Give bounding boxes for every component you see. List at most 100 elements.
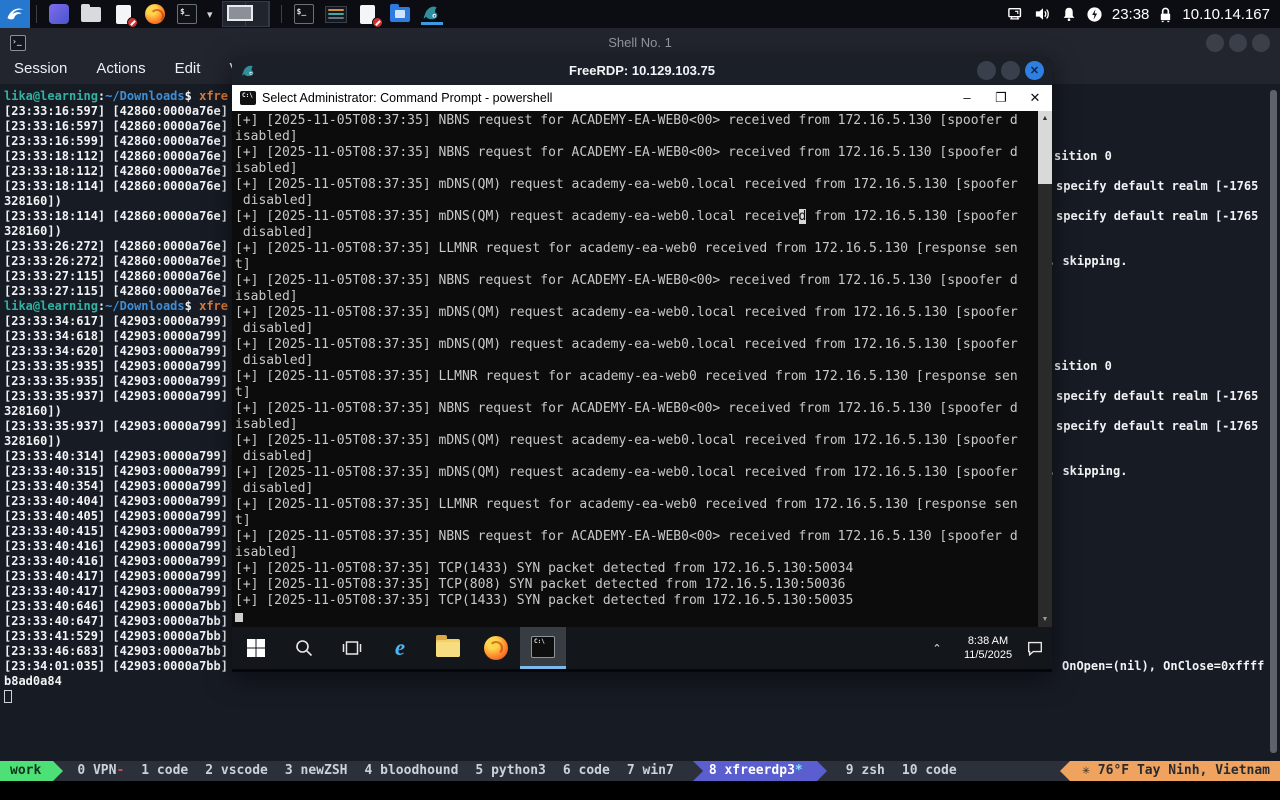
updates-icon[interactable] (1086, 6, 1103, 23)
close-button[interactable] (1252, 34, 1270, 52)
workspace-item-9-zsh[interactable]: 9 zsh (846, 761, 885, 781)
minimize-button[interactable]: – (950, 85, 984, 111)
close-button[interactable]: ✕ (1025, 61, 1044, 80)
console-line: [+] [2025-11-05T08:37:35] NBNS request f… (235, 529, 1052, 545)
workspace-item-3-newzsh[interactable]: 3 newZSH (285, 761, 348, 781)
terminal-line-fragment: , skipping. (1048, 464, 1127, 479)
task-editor-icon[interactable] (325, 3, 347, 25)
task-terminal-icon[interactable]: $_ (293, 3, 315, 25)
terminal-line: [23:33:34:620] [42903:0000a799] (4, 344, 228, 359)
freerdp-window: FreeRDP: 10.129.103.75 ✕ C:\ Select Admi… (232, 57, 1052, 672)
menu-actions[interactable]: Actions (96, 60, 145, 77)
workspace-item-5-python3[interactable]: 5 python3 (475, 761, 545, 781)
task-folder-icon[interactable] (389, 3, 411, 25)
scrollbar-thumb[interactable] (1038, 126, 1052, 184)
vpn-ip-address[interactable]: 10.10.14.167 (1182, 6, 1270, 23)
workspace-pager[interactable] (223, 2, 269, 26)
volume-icon[interactable] (1034, 6, 1052, 22)
terminal-line: [23:33:40:416] [42903:0000a799] (4, 554, 228, 569)
workspace-mode-segment[interactable]: work (0, 761, 53, 781)
panel-separator (281, 5, 282, 23)
internet-explorer-button[interactable]: e (376, 627, 424, 669)
cmd-scrollbar[interactable]: ▲ ▼ (1038, 111, 1052, 627)
search-button[interactable] (280, 627, 328, 669)
firefox-icon[interactable] (144, 3, 166, 25)
minimize-button[interactable] (1206, 34, 1224, 52)
workspace-item-2-vscode[interactable]: 2 vscode (205, 761, 268, 781)
console-line: [+] [2025-11-05T08:37:35] LLMNR request … (235, 369, 1052, 385)
terminal-line: 328160]) (4, 194, 228, 209)
console-line: isabled] (235, 289, 1052, 305)
network-icon[interactable] (1007, 6, 1025, 22)
windows-logo-icon (246, 638, 266, 658)
shell-titlebar[interactable]: ›_ Shell No. 1 (0, 28, 1280, 57)
workspace-item-6-code[interactable]: 6 code (563, 761, 610, 781)
workspace-item-7-win7[interactable]: 7 win7 (627, 761, 674, 781)
restore-button[interactable]: ❐ (984, 85, 1018, 111)
cmd-taskbar-button[interactable]: C:\ (520, 627, 566, 669)
chevron-down-icon[interactable]: ▾ (207, 8, 213, 21)
maximize-button[interactable] (1001, 61, 1020, 80)
file-manager-icon[interactable] (80, 3, 102, 25)
terminal-line: [23:33:40:647] [42903:0000a7bb] (4, 614, 228, 629)
terminal-line: [23:33:26:272] [42860:0000a76e] (4, 239, 228, 254)
terminal-prompt-line: lika@learning:~/Downloads$ xfre (4, 89, 228, 104)
terminal-line-fragment: sition 0 (1054, 149, 1112, 164)
search-icon (294, 638, 314, 658)
close-button[interactable]: ✕ (1018, 85, 1052, 111)
console-line: [+] [2025-11-05T08:37:35] NBNS request f… (235, 273, 1052, 289)
task-freerdp-icon[interactable] (421, 3, 443, 25)
weather-widget[interactable]: ✳ 76°F Tay Ninh, Vietnam (1070, 761, 1280, 781)
console-line: [+] [2025-11-05T08:37:35] mDNS(QM) reque… (235, 177, 1052, 193)
maximize-button[interactable] (1229, 34, 1247, 52)
scroll-down-button[interactable]: ▼ (1038, 612, 1052, 627)
block-cursor (235, 613, 243, 622)
top-panel: $_ ▾ $_ (0, 0, 1280, 28)
window-manager-icon[interactable] (48, 3, 70, 25)
console-line: [+] [2025-11-05T08:37:35] mDNS(QM) reque… (235, 305, 1052, 321)
internet-explorer-icon: e (395, 635, 405, 661)
terminal-line: [23:33:18:114] [42860:0000a76e] (4, 209, 228, 224)
workspace-item-0-vpn[interactable]: 0 VPN- (77, 761, 124, 781)
desktop: $_ ▾ $_ (0, 0, 1280, 800)
clock[interactable]: 23:38 (1112, 6, 1150, 23)
task-view-button[interactable] (328, 627, 376, 669)
file-explorer-button[interactable] (424, 627, 472, 669)
terminal-line: [23:33:35:935] [42903:0000a799] (4, 359, 228, 374)
workspace-item-10-code[interactable]: 10 code (902, 761, 957, 781)
console-line: [+] [2025-11-05T08:37:35] NBNS request f… (235, 145, 1052, 161)
action-center-icon[interactable] (1026, 639, 1044, 657)
cmd-console[interactable]: [+] [2025-11-05T08:37:35] NBNS request f… (232, 111, 1052, 627)
menu-edit[interactable]: Edit (175, 60, 201, 77)
terminal-left-column: lika@learning:~/Downloads$ xfre[23:33:16… (4, 89, 228, 704)
console-line: [+] [2025-11-05T08:37:35] mDNS(QM) reque… (235, 337, 1052, 353)
firefox-button[interactable] (472, 627, 520, 669)
vpn-lock-icon[interactable] (1158, 6, 1173, 23)
console-line: [+] [2025-11-05T08:37:35] TCP(1433) SYN … (235, 561, 1052, 577)
task-document-icon[interactable] (357, 3, 379, 25)
terminal-line: [23:33:27:115] [42860:0000a76e] (4, 269, 228, 284)
console-cursor-line (235, 609, 1052, 627)
notifications-bell-icon[interactable] (1061, 6, 1077, 22)
freerdp-window-title: FreeRDP: 10.129.103.75 (232, 63, 1052, 78)
hollow-cursor (4, 690, 12, 703)
show-hidden-icons-button[interactable]: ⌃ (924, 642, 950, 655)
workspace-item-1-code[interactable]: 1 code (141, 761, 188, 781)
terminal-scrollbar[interactable] (1270, 90, 1277, 753)
console-line: [+] [2025-11-05T08:37:35] mDNS(QM) reque… (235, 209, 1052, 225)
workspace-item-4-bloodhound[interactable]: 4 bloodhound (365, 761, 459, 781)
console-line: [+] [2025-11-05T08:37:35] mDNS(QM) reque… (235, 465, 1052, 481)
menu-session[interactable]: Session (14, 60, 67, 77)
text-editor-icon[interactable] (112, 3, 134, 25)
workspace-item-8-xfreerdp3[interactable]: 8 xfreerdp3* (693, 761, 817, 781)
kali-menu-button[interactable] (0, 0, 30, 28)
console-line: [+] [2025-11-05T08:37:35] NBNS request f… (235, 113, 1052, 129)
start-button[interactable] (232, 627, 280, 669)
terminal-launcher-icon[interactable]: $_ (176, 3, 198, 25)
taskbar-clock[interactable]: 8:38 AM 11/5/2025 (958, 634, 1018, 662)
terminal-line-fragment: OnOpen=(nil), OnClose=0xffff (1062, 659, 1264, 674)
cmd-titlebar[interactable]: C:\ Select Administrator: Command Prompt… (232, 85, 1052, 111)
freerdp-titlebar[interactable]: FreeRDP: 10.129.103.75 ✕ (232, 57, 1052, 85)
minimize-button[interactable] (977, 61, 996, 80)
scroll-up-button[interactable]: ▲ (1038, 111, 1052, 126)
